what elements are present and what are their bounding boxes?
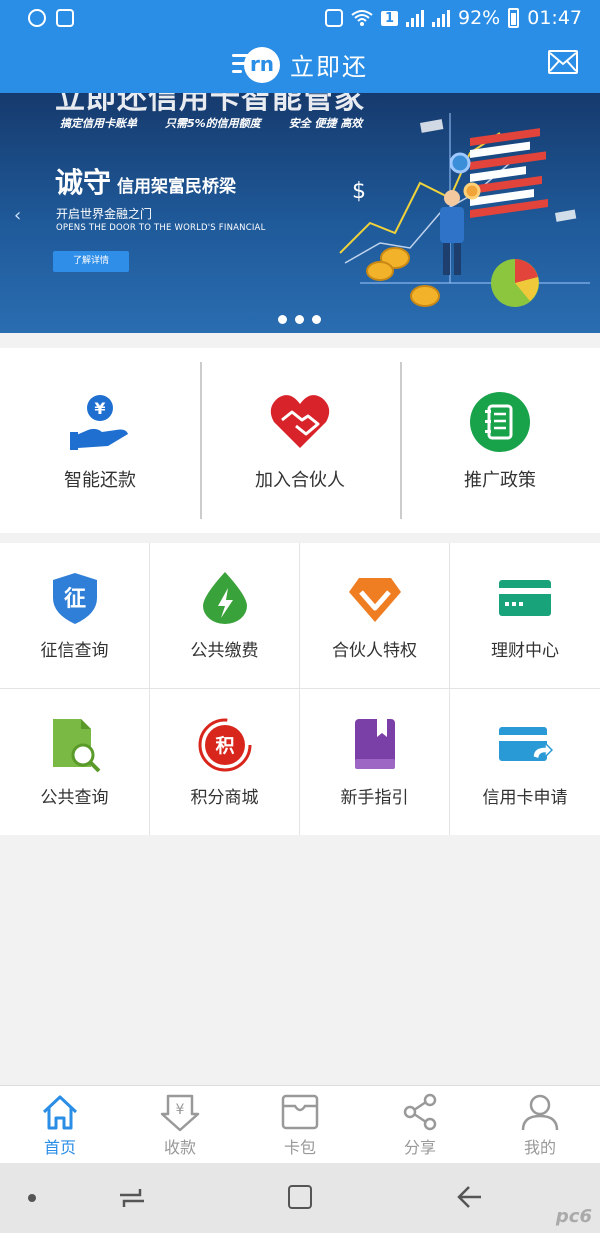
svg-text:¥: ¥ xyxy=(94,399,105,418)
currency-sign: $ xyxy=(352,179,366,204)
banner-subtitle: 开启世界金融之门 xyxy=(56,207,153,221)
nav-label: 收款 xyxy=(163,1137,196,1157)
feature-label: 加入合伙人 xyxy=(255,469,345,491)
service-grid: 征 征信查询 公共缴费 合伙人特权 理财中心 公共查询 积 积分商城 新手指引 … xyxy=(0,543,600,835)
profile-icon xyxy=(520,1092,560,1132)
nav-home[interactable]: 首页 xyxy=(0,1086,120,1163)
card-apply-icon xyxy=(497,717,553,773)
notification-count: 1 xyxy=(380,10,398,26)
grid-item-label: 合伙人特权 xyxy=(332,641,417,661)
banner-headline-small: 信用架富民桥梁 xyxy=(117,177,237,197)
grid-item-label: 理财中心 xyxy=(491,641,559,661)
notebook-icon xyxy=(468,390,532,454)
grid-item-label: 征信查询 xyxy=(40,641,109,661)
nav-label: 分享 xyxy=(403,1137,436,1157)
recent-apps-icon[interactable] xyxy=(118,1185,146,1211)
grid-item-label: 公共缴费 xyxy=(190,641,259,661)
system-dot-icon xyxy=(28,1194,36,1202)
wifi-icon xyxy=(351,10,373,26)
banner-headline-big: 诚守 xyxy=(55,166,112,199)
grid-item-credit-card-apply[interactable]: 信用卡申请 xyxy=(450,689,600,835)
battery-icon xyxy=(508,8,520,28)
promo-banner[interactable]: 立即还信用卡智能管家 搞定信用卡账单 只需5%的信用额度 安全 便捷 高效 诚守… xyxy=(0,93,600,333)
lightning-drop-icon xyxy=(197,570,253,626)
bank-card-icon xyxy=(497,570,553,626)
feature-join-partner[interactable]: 加入合伙人 xyxy=(200,348,400,533)
nav-receive-payment[interactable]: ¥ 收款 xyxy=(120,1086,240,1163)
carousel-dot[interactable] xyxy=(312,315,321,324)
grid-item-partner-privileges[interactable]: 合伙人特权 xyxy=(300,543,450,689)
grid-item-label: 公共查询 xyxy=(40,787,109,808)
hand-yen-icon: ¥ xyxy=(68,390,132,454)
banner-subtitle-en: OPENS THE DOOR TO THE WORLD'S FINANCIAL xyxy=(56,223,266,233)
grid-item-label: 积分商城 xyxy=(190,787,259,808)
receive-payment-icon: ¥ xyxy=(160,1092,200,1132)
nav-label: 卡包 xyxy=(283,1137,316,1157)
svg-text:征: 征 xyxy=(63,586,85,612)
grid-item-points-mall[interactable]: 积 积分商城 xyxy=(150,689,300,835)
grid-item-public-query[interactable]: 公共查询 xyxy=(0,689,150,835)
feature-promotion-policy[interactable]: 推广政策 xyxy=(400,348,600,533)
bottom-navigation: 首页 ¥ 收款 卡包 分享 我的 xyxy=(0,1085,600,1163)
home-icon xyxy=(40,1092,80,1132)
svg-text:积: 积 xyxy=(215,735,234,757)
feature-smart-repayment[interactable]: ¥ 智能还款 xyxy=(0,348,200,533)
logo-text: rn xyxy=(244,46,280,83)
nav-label: 首页 xyxy=(43,1137,76,1157)
back-icon[interactable] xyxy=(455,1183,483,1211)
banner-headline: 诚守 信用架富民桥梁 xyxy=(55,161,236,201)
page-title: 立即还 xyxy=(290,53,368,81)
feature-label: 智能还款 xyxy=(64,469,136,491)
clock: 01:47 xyxy=(527,7,582,29)
nav-label: 我的 xyxy=(523,1137,556,1157)
wallet-icon xyxy=(280,1092,320,1132)
points-icon: 积 xyxy=(197,717,253,773)
guide-book-icon xyxy=(347,717,403,773)
home-button-icon[interactable] xyxy=(288,1185,312,1209)
sync-icon xyxy=(324,9,343,27)
feature-row: ¥ 智能还款 加入合伙人 推广政策 xyxy=(0,348,600,533)
carousel-indicator[interactable] xyxy=(278,315,321,324)
checklist-icon xyxy=(56,9,74,27)
nav-card-wallet[interactable]: 卡包 xyxy=(240,1086,360,1163)
system-nav-bar: pc6 xyxy=(0,1163,600,1233)
credit-shield-icon: 征 xyxy=(47,570,103,626)
share-icon xyxy=(400,1092,440,1132)
svg-text:¥: ¥ xyxy=(176,1102,185,1118)
mail-icon[interactable] xyxy=(548,50,578,74)
grid-item-label: 信用卡申请 xyxy=(482,787,568,808)
nav-share[interactable]: 分享 xyxy=(360,1086,480,1163)
grid-item-wealth-center[interactable]: 理财中心 xyxy=(450,543,600,689)
carousel-dot[interactable] xyxy=(295,315,304,324)
battery-percent: 92% xyxy=(458,7,501,29)
carousel-dot[interactable] xyxy=(278,315,287,324)
grid-item-credit-query[interactable]: 征 征信查询 xyxy=(0,543,150,689)
grid-item-public-payment[interactable]: 公共缴费 xyxy=(150,543,300,689)
diamond-icon xyxy=(347,570,403,626)
banner-prev-arrow-icon[interactable]: ‹ xyxy=(14,205,21,226)
banner-slogan: 只需5%的信用额度 xyxy=(165,117,261,130)
banner-illustration: $ xyxy=(339,113,590,307)
watermark: pc6 xyxy=(555,1206,592,1227)
banner-learn-more-button[interactable]: 了解详情 xyxy=(53,251,129,272)
signal-icon-2 xyxy=(432,9,450,27)
banner-slogan: 搞定信用卡账单 xyxy=(60,117,137,130)
signal-icon xyxy=(406,9,424,27)
document-search-icon xyxy=(47,717,103,773)
app-header: rn 立即还 xyxy=(0,36,600,93)
handshake-heart-icon xyxy=(268,390,332,454)
account-icon xyxy=(28,9,46,27)
grid-item-beginner-guide[interactable]: 新手指引 xyxy=(300,689,450,835)
feature-label: 推广政策 xyxy=(464,469,536,491)
status-bar: 1 92% 01:47 xyxy=(0,0,600,36)
nav-profile[interactable]: 我的 xyxy=(480,1086,600,1163)
grid-item-label: 新手指引 xyxy=(340,787,409,808)
app-logo: rn xyxy=(232,44,280,86)
